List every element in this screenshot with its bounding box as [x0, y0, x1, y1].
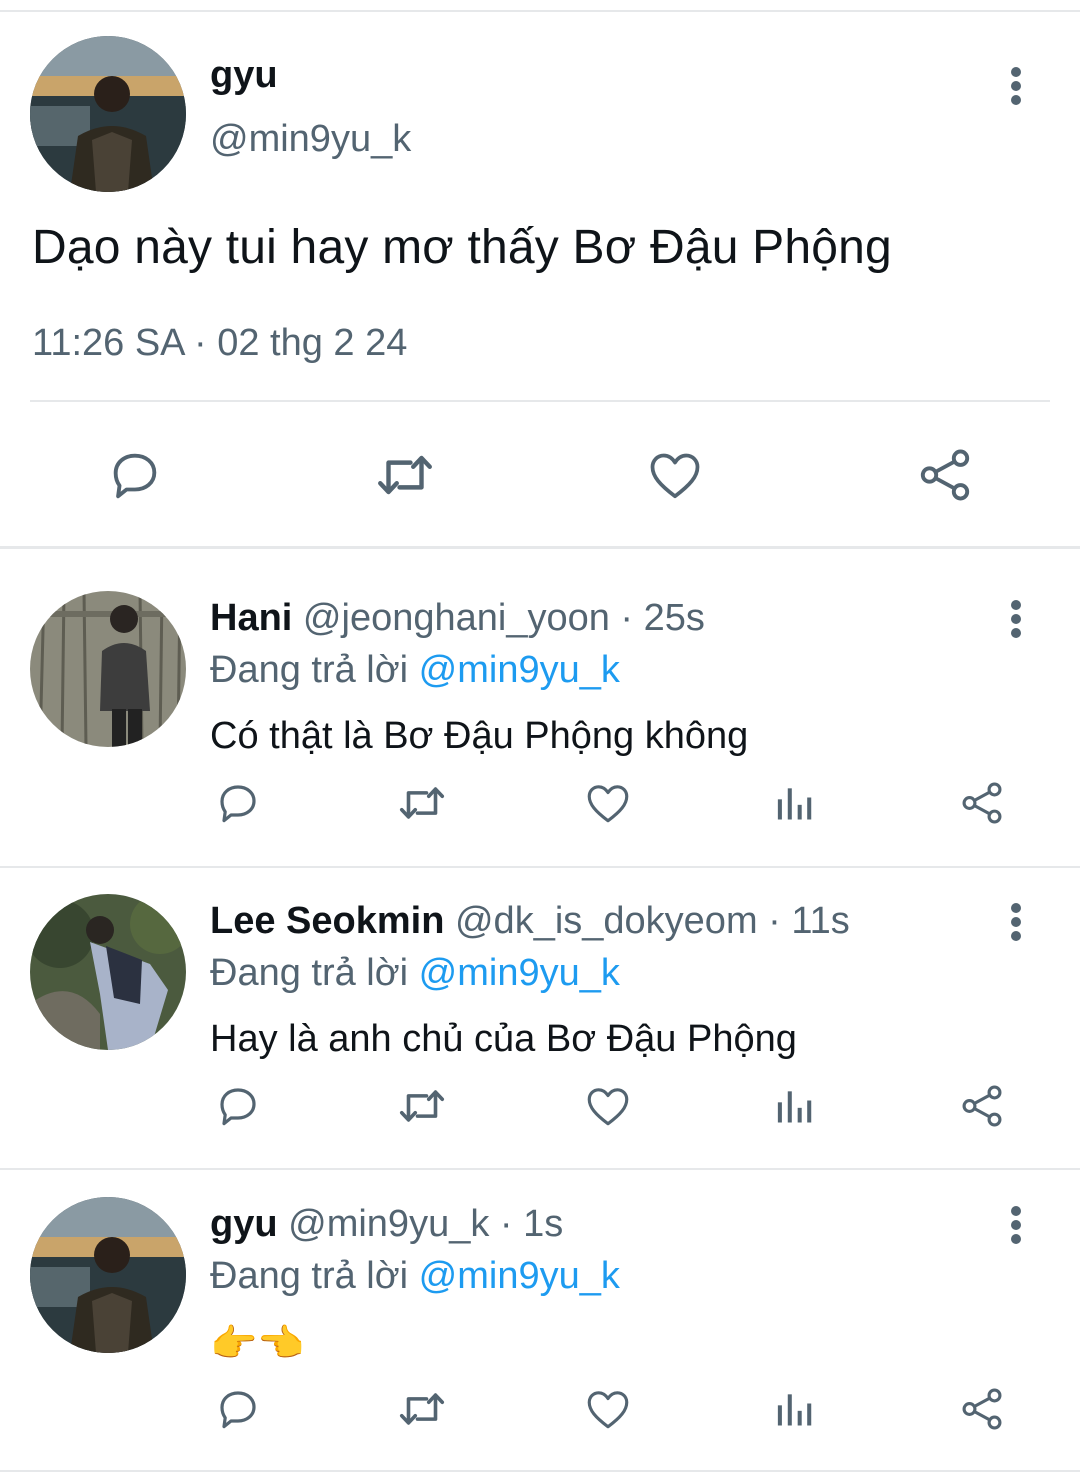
analytics-icon — [777, 1091, 812, 1123]
share-button[interactable] — [954, 1381, 1010, 1437]
views-button[interactable] — [766, 1078, 822, 1134]
relative-time: · 25s — [609, 597, 705, 639]
more-options-button[interactable] — [996, 595, 1036, 643]
reply-tweet[interactable]: gyu @min9yu_k · 1s Đang trả lời @min9yu_… — [0, 1155, 1080, 1455]
reply-emoji-text: 👉👈 — [210, 1321, 305, 1365]
more-options-button[interactable] — [996, 1201, 1036, 1249]
avatar[interactable] — [30, 591, 186, 747]
share-button[interactable] — [954, 775, 1010, 831]
retweet-icon — [399, 1393, 445, 1425]
views-button[interactable] — [766, 1381, 822, 1437]
reply-button[interactable] — [210, 1078, 266, 1134]
replying-to-link[interactable]: @min9yu_k — [419, 952, 620, 994]
user-handle[interactable]: @min9yu_k — [210, 118, 411, 161]
reply-tweet[interactable]: Lee Seokmin @dk_is_dokyeom · 11s Đang tr… — [0, 852, 1080, 1152]
tweet-action-bar — [0, 440, 1080, 510]
more-options-button[interactable] — [996, 62, 1036, 110]
retweet-icon — [399, 1090, 445, 1122]
share-icon — [962, 782, 1002, 824]
more-vertical-icon — [1011, 67, 1021, 105]
reply-header: Lee Seokmin @dk_is_dokyeom · 11s — [210, 900, 850, 943]
more-vertical-icon — [1011, 600, 1021, 638]
like-button[interactable] — [580, 1078, 636, 1134]
reply-button[interactable] — [100, 440, 170, 510]
avatar[interactable] — [30, 1197, 186, 1353]
replying-label: Đang trả lời — [210, 952, 419, 994]
avatar-photo-gyu — [30, 1197, 186, 1353]
retweet-button[interactable] — [394, 1078, 450, 1134]
reply-button[interactable] — [210, 1381, 266, 1437]
analytics-icon — [777, 1394, 812, 1426]
share-button[interactable] — [910, 440, 980, 510]
relative-time: · 1s — [489, 1203, 564, 1245]
replying-label: Đang trả lời — [210, 1255, 419, 1297]
user-handle[interactable]: @min9yu_k — [288, 1203, 489, 1245]
share-icon — [962, 1388, 1002, 1430]
divider — [30, 400, 1050, 402]
reply-action-bar — [0, 1078, 1080, 1134]
like-icon — [587, 1391, 629, 1429]
display-name[interactable]: Lee Seokmin — [210, 900, 444, 942]
top-divider — [0, 0, 1080, 12]
retweet-button[interactable] — [394, 1381, 450, 1437]
analytics-icon — [777, 788, 812, 820]
reply-icon — [220, 1391, 256, 1429]
avatar-photo-gyu — [30, 36, 186, 192]
user-handle[interactable]: @jeonghani_yoon — [303, 597, 610, 639]
reply-action-bar — [0, 1381, 1080, 1437]
reply-text: Hay là anh chủ của Bơ Đậu Phộng — [210, 1018, 797, 1060]
replying-label: Đang trả lời — [210, 649, 419, 691]
reply-tweet[interactable]: Hani @jeonghani_yoon · 25s Đang trả lời … — [0, 549, 1080, 849]
retweet-button[interactable] — [394, 775, 450, 831]
tweet-text: Dạo này tui hay mơ thấy Bơ Đậu Phộng — [32, 221, 892, 274]
reply-header: Hani @jeonghani_yoon · 25s — [210, 597, 705, 640]
replying-to-link[interactable]: @min9yu_k — [419, 1255, 620, 1297]
reply-button[interactable] — [210, 775, 266, 831]
reply-icon — [113, 453, 157, 499]
avatar[interactable] — [30, 894, 186, 1050]
like-icon — [650, 453, 700, 499]
share-button[interactable] — [954, 1078, 1010, 1134]
avatar[interactable] — [30, 36, 186, 192]
reply-text: Có thật là Bơ Đậu Phộng không — [210, 715, 749, 757]
section-divider — [0, 1470, 1080, 1472]
like-icon — [587, 1088, 629, 1126]
retweet-button[interactable] — [370, 440, 440, 510]
more-vertical-icon — [1011, 1206, 1021, 1244]
like-button[interactable] — [580, 1381, 636, 1437]
retweet-icon — [378, 455, 432, 495]
views-button[interactable] — [766, 775, 822, 831]
more-vertical-icon — [1011, 903, 1021, 941]
replying-to: Đang trả lời @min9yu_k — [210, 952, 620, 995]
main-tweet: gyu @min9yu_k Dạo này tui hay mơ thấy Bơ… — [0, 14, 1080, 546]
avatar-photo-lee-seokmin — [30, 894, 186, 1050]
share-icon — [962, 1085, 1002, 1127]
retweet-icon — [399, 787, 445, 819]
user-handle[interactable]: @dk_is_dokyeom — [455, 900, 758, 942]
replying-to: Đang trả lời @min9yu_k — [210, 649, 620, 692]
reply-icon — [220, 785, 256, 823]
like-button[interactable] — [640, 440, 710, 510]
display-name[interactable]: gyu — [210, 1203, 278, 1245]
reply-header: gyu @min9yu_k · 1s — [210, 1203, 563, 1246]
display-name[interactable]: Hani — [210, 597, 292, 639]
relative-time: · 11s — [757, 900, 850, 942]
like-icon — [587, 785, 629, 823]
tweet-timestamp[interactable]: 11:26 SA · 02 thg 2 24 — [32, 322, 407, 365]
reply-icon — [220, 1088, 256, 1126]
share-icon — [920, 449, 970, 501]
replying-to: Đang trả lời @min9yu_k — [210, 1255, 620, 1298]
avatar-photo-hani — [30, 591, 186, 747]
reply-action-bar — [0, 775, 1080, 831]
more-options-button[interactable] — [996, 898, 1036, 946]
like-button[interactable] — [580, 775, 636, 831]
display-name[interactable]: gyu — [210, 54, 278, 97]
replying-to-link[interactable]: @min9yu_k — [419, 649, 620, 691]
